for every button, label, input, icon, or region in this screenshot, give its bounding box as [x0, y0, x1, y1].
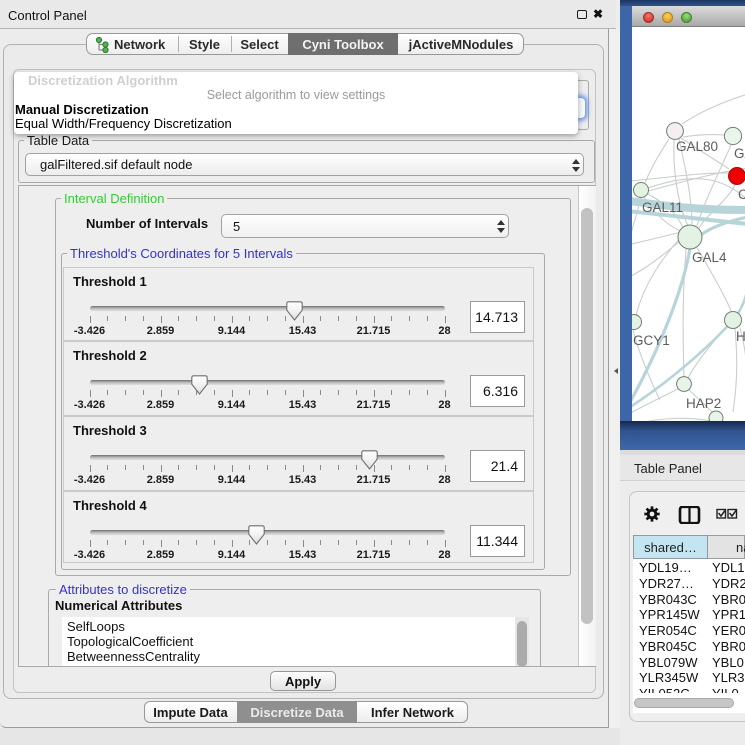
svg-text:GAL4: GAL4 — [692, 250, 727, 265]
svg-text:CD: CD — [738, 187, 745, 202]
svg-text:GAL80: GAL80 — [676, 139, 718, 154]
svg-text:GCY1: GCY1 — [633, 333, 670, 348]
svg-text:GA: GA — [734, 146, 745, 161]
svg-text:GAL11: GAL11 — [642, 200, 683, 215]
svg-text:H: H — [736, 329, 745, 344]
svg-text:HAP2: HAP2 — [686, 396, 721, 411]
